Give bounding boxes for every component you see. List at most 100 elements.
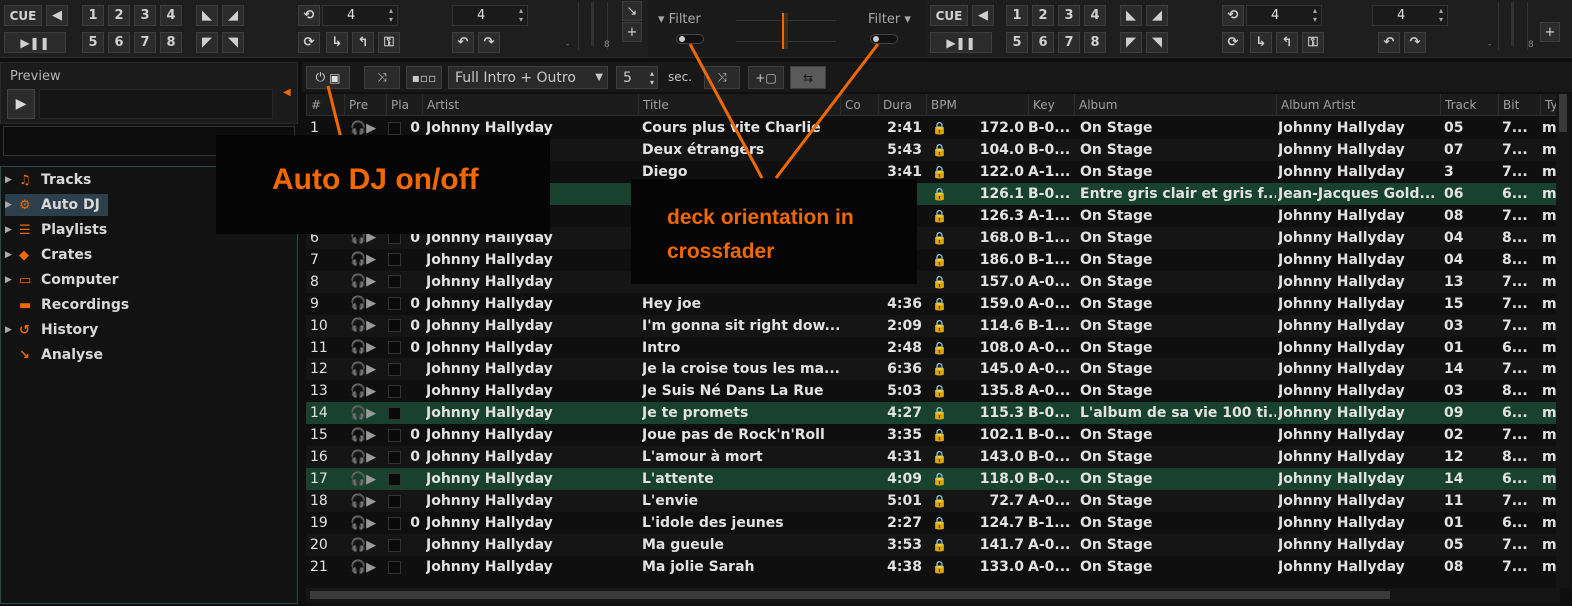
- orientation-right-knob[interactable]: [870, 34, 898, 44]
- expand-icon[interactable]: ▶: [5, 250, 19, 260]
- beatjump-forward-icon-right[interactable]: ↷: [1404, 32, 1426, 53]
- played-checkbox[interactable]: [388, 293, 406, 315]
- loop-size-spinbox[interactable]: 4: [322, 5, 398, 26]
- hotcue-8-right[interactable]: 8: [1084, 32, 1106, 53]
- hotcue-2[interactable]: 2: [108, 5, 130, 26]
- table-row[interactable]: 20 🎧▶ Johnny Hallyday Ma gueule 3:53 🔒 141.7 A-…: [306, 534, 1560, 557]
- preview-headphones-icon[interactable]: 🎧▶: [350, 424, 380, 446]
- played-checkbox[interactable]: [388, 556, 406, 578]
- sidebar-item-crates[interactable]: ▶ ◆ Crates: [5, 244, 92, 266]
- loop-icon-right[interactable]: ⟲: [1222, 5, 1244, 26]
- intro-start-icon[interactable]: ◣: [196, 5, 218, 26]
- table-row[interactable]: 13 🎧▶ Johnny Hallyday Je Suis Né Dans La Ru…: [306, 380, 1560, 402]
- beatjump-back-icon[interactable]: ↶: [452, 32, 474, 53]
- beatjump-forward-icon[interactable]: ↷: [478, 32, 500, 53]
- played-checkbox[interactable]: [388, 424, 406, 446]
- table-row[interactable]: 14 🎧▶ Johnny Hallyday Je te promets 4:27 🔒 115…: [306, 402, 1560, 425]
- preview-headphones-icon[interactable]: 🎧▶: [350, 556, 380, 578]
- preview-headphones-icon[interactable]: 🎧▶: [350, 337, 380, 359]
- preview-headphones-icon[interactable]: 🎧▶: [350, 534, 380, 556]
- beatjump-size-spinbox[interactable]: 4: [452, 5, 528, 26]
- table-row[interactable]: 21 🎧▶ Johnny Hallyday Ma jolie Sarah 4:38 🔒 13…: [306, 556, 1560, 578]
- play-reverse-icon-right[interactable]: ◀: [972, 5, 994, 26]
- hotcue-6[interactable]: 6: [108, 32, 130, 53]
- play-reverse-icon[interactable]: ◀: [46, 5, 68, 26]
- hotcue-1[interactable]: 1: [82, 5, 104, 26]
- expand-icon[interactable]: ▶: [5, 175, 19, 185]
- hotcue-3-right[interactable]: 3: [1058, 5, 1080, 26]
- intro-end-icon[interactable]: ◢: [222, 5, 244, 26]
- hotcue-5-right[interactable]: 5: [1006, 32, 1028, 53]
- played-checkbox[interactable]: [388, 271, 406, 293]
- expand-icon[interactable]: ▶: [5, 200, 19, 210]
- column-header[interactable]: Title: [638, 94, 840, 116]
- shuffle-button[interactable]: ⤨: [364, 66, 400, 89]
- sidebar-item-recordings[interactable]: ▬ Recordings: [5, 294, 129, 316]
- crossfader-handle[interactable]: [782, 13, 788, 49]
- played-checkbox[interactable]: [388, 402, 406, 424]
- table-row[interactable]: 16 🎧▶ 0 Johnny Hallyday L'amour à mort 4:31 🔒 1…: [306, 446, 1560, 469]
- eject-icon[interactable]: ↘: [622, 1, 642, 21]
- column-header[interactable]: Album Artist: [1276, 94, 1440, 116]
- loop-lock-icon[interactable]: ⚿: [378, 32, 400, 53]
- column-header[interactable]: #: [306, 94, 344, 116]
- outro-end-icon[interactable]: ◥: [222, 32, 244, 53]
- play-pause-button[interactable]: ▶❚❚: [4, 32, 66, 53]
- played-checkbox[interactable]: [388, 490, 406, 512]
- table-row[interactable]: 15 🎧▶ 0 Johnny Hallyday Joue pas de Rock'n'R…: [306, 424, 1560, 446]
- expand-icon[interactable]: ▶: [5, 225, 19, 235]
- reloop-icon-right[interactable]: ⟳: [1222, 32, 1244, 53]
- column-header[interactable]: Dura: [878, 94, 926, 116]
- table-row[interactable]: 19 🎧▶ 0 Johnny Hallyday L'idole des jeunes 2:…: [306, 512, 1560, 534]
- add-random-button[interactable]: +▢: [748, 66, 784, 89]
- played-checkbox[interactable]: [388, 358, 406, 380]
- preview-headphones-icon[interactable]: 🎧▶: [350, 512, 380, 534]
- table-row[interactable]: 18 🎧▶ Johnny Hallyday L'envie 5:01 🔒 72.7 A-0..…: [306, 490, 1560, 513]
- sidebar-item-computer[interactable]: ▶ ▭ Computer: [5, 269, 119, 291]
- intro-end-icon-right[interactable]: ◢: [1146, 5, 1168, 26]
- played-checkbox[interactable]: [388, 446, 406, 468]
- preview-headphones-icon[interactable]: 🎧▶: [350, 293, 380, 315]
- horizontal-scrollbar[interactable]: [306, 588, 1560, 602]
- column-header[interactable]: Pre: [344, 94, 386, 116]
- table-row[interactable]: 7 🎧▶ Johnny Hallyday 🔒 186.0 B-1... On Stage Jo…: [306, 249, 1560, 271]
- played-checkbox[interactable]: [388, 337, 406, 359]
- reloop-icon[interactable]: ⟳: [298, 32, 320, 53]
- played-checkbox[interactable]: [388, 534, 406, 556]
- vertical-scrollbar[interactable]: [1556, 94, 1570, 588]
- preview-headphones-icon[interactable]: 🎧▶: [350, 468, 380, 490]
- auto-dj-toggle-button[interactable]: ⏻ ▣: [306, 66, 350, 89]
- preview-headphones-icon[interactable]: 🎧▶: [350, 249, 380, 271]
- fade-now-button[interactable]: ⤨: [704, 66, 740, 89]
- hotcue-7[interactable]: 7: [134, 32, 156, 53]
- column-header[interactable]: Album: [1074, 94, 1276, 116]
- played-checkbox[interactable]: [388, 249, 406, 271]
- outro-start-icon[interactable]: ◤: [196, 32, 218, 53]
- orientation-left-knob[interactable]: [676, 34, 704, 44]
- hotcue-8[interactable]: 8: [160, 32, 182, 53]
- column-header[interactable]: Track: [1440, 94, 1498, 116]
- column-header[interactable]: Co: [840, 94, 878, 116]
- column-header[interactable]: Pla: [386, 94, 422, 116]
- column-header[interactable]: BPM: [926, 94, 1028, 116]
- column-header[interactable]: Bit: [1498, 94, 1540, 116]
- skip-track-button[interactable]: ▪▫▫: [406, 66, 442, 89]
- cue-button[interactable]: CUE: [4, 5, 42, 26]
- repeat-playlist-button[interactable]: ⇆: [790, 66, 826, 89]
- preview-headphones-icon[interactable]: 🎧▶: [350, 490, 380, 512]
- preview-waveform[interactable]: [39, 89, 273, 119]
- sidebar-item-history[interactable]: ▶ ↺ History: [5, 319, 98, 341]
- hotcue-4-right[interactable]: 4: [1084, 5, 1106, 26]
- add-deck-button-right[interactable]: +: [1540, 22, 1560, 42]
- preview-headphones-icon[interactable]: 🎧▶: [350, 446, 380, 468]
- preview-headphones-icon[interactable]: 🎧▶: [350, 271, 380, 293]
- hotcue-7-right[interactable]: 7: [1058, 32, 1080, 53]
- hotcue-5[interactable]: 5: [82, 32, 104, 53]
- sidebar-item-auto-dj[interactable]: ▶ ⚙ Auto DJ: [5, 194, 108, 216]
- preview-headphones-icon[interactable]: 🎧▶: [350, 315, 380, 337]
- beatjump-size-spinbox-right[interactable]: 4: [1372, 5, 1448, 26]
- table-row[interactable]: 17 🎧▶ Johnny Hallyday L'attente 4:09 🔒 118.0 B-…: [306, 468, 1560, 491]
- preview-collapse-icon[interactable]: ◀: [283, 87, 291, 98]
- preview-headphones-icon[interactable]: 🎧▶: [350, 358, 380, 380]
- hotcue-1-right[interactable]: 1: [1006, 5, 1028, 26]
